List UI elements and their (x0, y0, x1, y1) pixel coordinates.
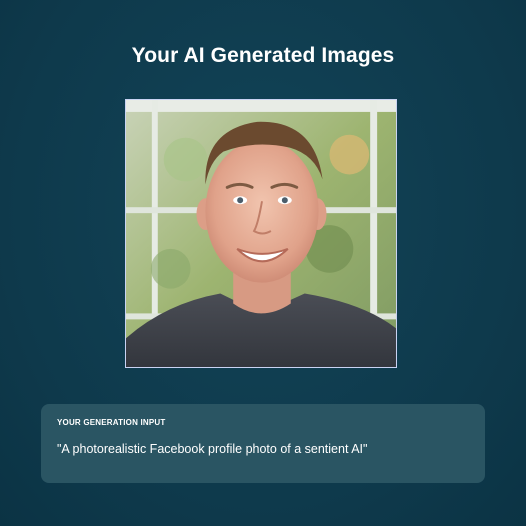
portrait-photo-icon (126, 100, 396, 367)
generated-image[interactable] (125, 99, 397, 368)
ai-images-page: Your AI Generated Images YOUR GENERATION… (0, 0, 526, 526)
page-title: Your AI Generated Images (131, 44, 395, 67)
generation-input-label: YOUR GENERATION INPUT (57, 418, 166, 427)
generation-input-card: YOUR GENERATION INPUT "A photorealistic … (41, 404, 485, 483)
generation-prompt-text: "A photorealistic Facebook profile photo… (57, 442, 368, 456)
